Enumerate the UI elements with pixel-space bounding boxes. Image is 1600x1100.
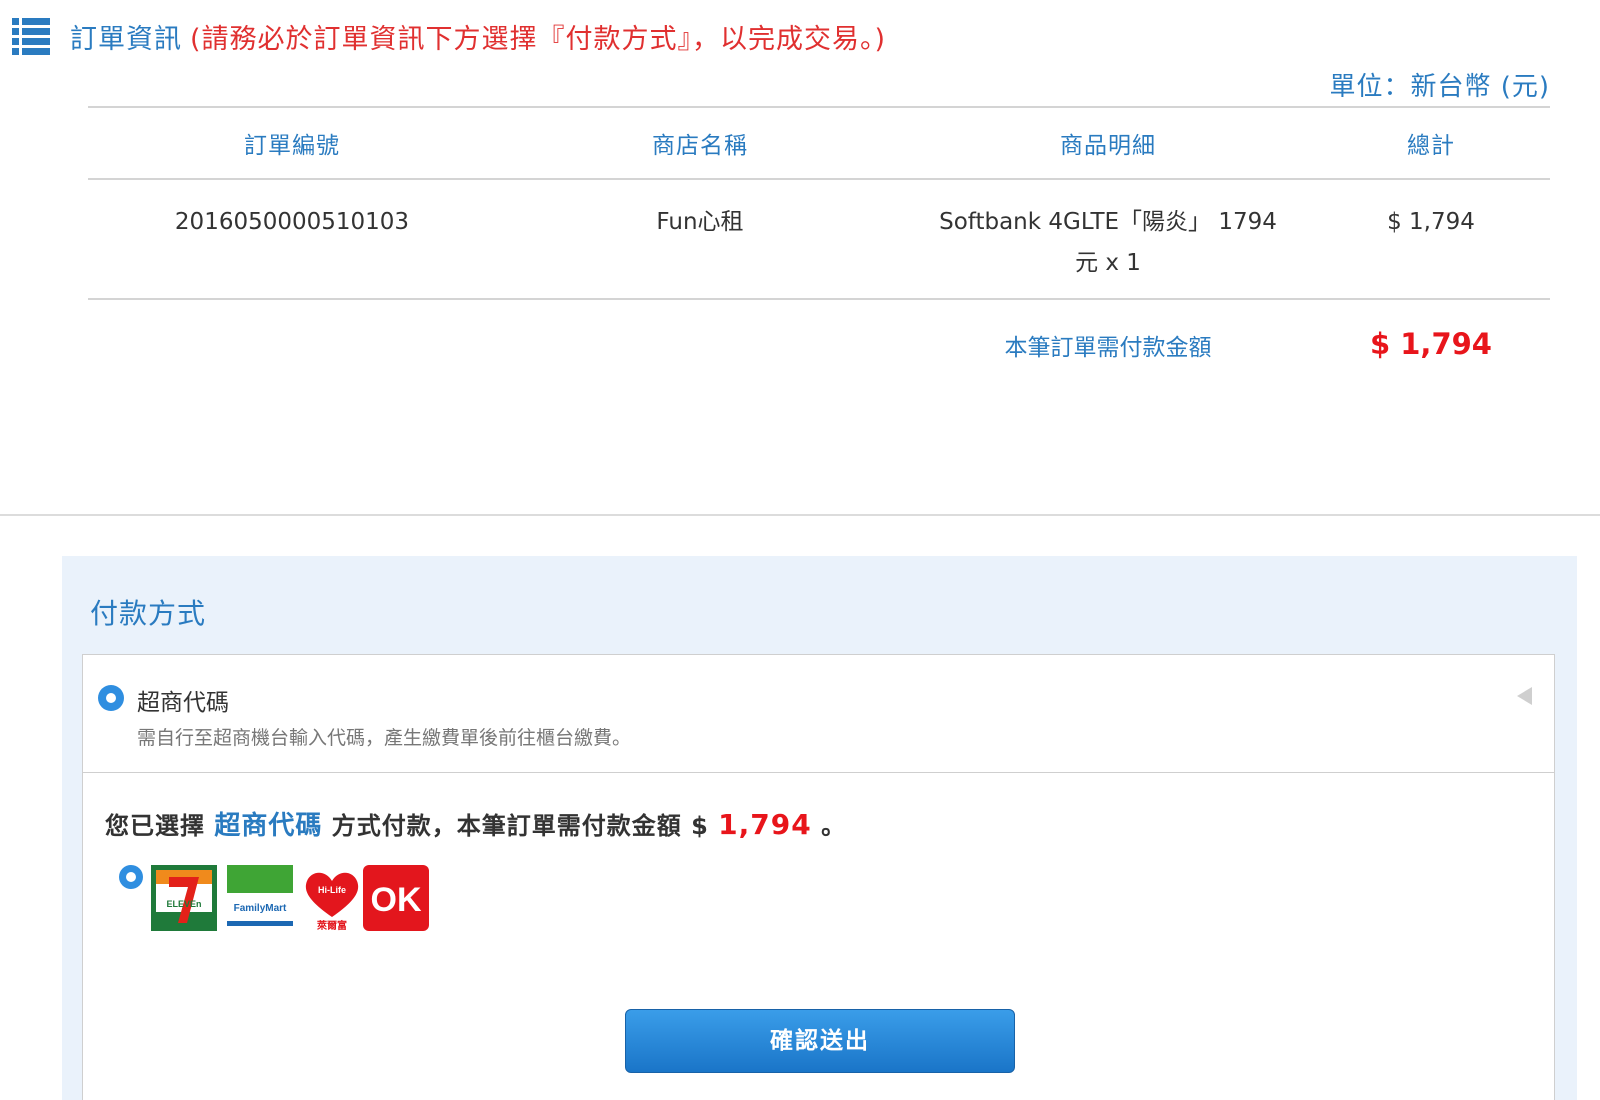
selected-middle: 方式付款，本筆訂單需付款金額 $ (331, 812, 709, 840)
order-summary-row: 本筆訂單需付款金額 $ 1,794 (88, 300, 1550, 380)
column-header-store: 商店名稱 (652, 133, 748, 159)
summary-label: 本筆訂單需付款金額 (1004, 335, 1212, 361)
7-eleven-logo: ELEVEn (151, 865, 217, 931)
payment-option-convenience-store-code[interactable]: 超商代碼 需自行至超商機台輸入代碼，產生繳費單後前往櫃台繳費。 (83, 655, 1554, 773)
payment-method-box: 超商代碼 需自行至超商機台輸入代碼，產生繳費單後前往櫃台繳費。 您已選擇 超商代… (82, 654, 1555, 1100)
hilife-logo: Hi-Life 萊爾富 (299, 865, 365, 931)
order-table: 訂單編號 商店名稱 商品明細 總計 2016050000510103 Fun心租… (88, 106, 1550, 380)
hilife-logo-text: Hi-Life (318, 885, 346, 895)
table-row: 2016050000510103 Fun心租 Softbank 4GLTE「陽炎… (88, 180, 1550, 298)
section-divider (0, 514, 1600, 516)
column-header-total: 總計 (1407, 133, 1455, 159)
hilife-logo-cn-text: 萊爾富 (316, 919, 347, 931)
method-radio-selected[interactable] (98, 685, 124, 711)
confirm-submit-button[interactable]: 確認送出 (625, 1009, 1015, 1073)
familymart-logo: FamilyMart (227, 865, 293, 931)
order-page: 訂單資訊 (請務必於訂單資訊下方選擇『付款方式』，以完成交易。) 單位：新台幣 … (0, 0, 1600, 1100)
selected-method-name: 超商代碼 (214, 811, 323, 841)
payment-panel: 付款方式 超商代碼 需自行至超商機台輸入代碼，產生繳費單後前往櫃台繳費。 您已選… (62, 556, 1577, 1100)
method-description: 需自行至超商機台輸入代碼，產生繳費單後前往櫃台繳費。 (137, 727, 632, 749)
ok-logo-text: OK (371, 881, 422, 919)
summary-amount: $ 1,794 (1369, 327, 1492, 361)
selected-suffix: 。 (821, 812, 847, 840)
store-radio-selected[interactable] (119, 865, 143, 889)
7-eleven-logo-text: ELEVEn (166, 899, 201, 909)
table-header-row: 訂單編號 商店名稱 商品明細 總計 (88, 108, 1550, 178)
row-total-cell: $ 1,794 (1387, 209, 1475, 235)
store-name-cell: Fun心租 (656, 209, 744, 235)
product-detail-cell: Softbank 4GLTE「陽炎」 1794 元 x 1 (939, 209, 1277, 276)
column-header-detail: 商品明細 (1060, 133, 1156, 159)
familymart-logo-text: FamilyMart (234, 903, 287, 914)
selected-method-summary: 您已選擇 超商代碼 方式付款，本筆訂單需付款金額 $ 1,794 。 (105, 805, 846, 842)
list-icon (12, 18, 50, 55)
ok-mart-logo: OK (363, 865, 429, 931)
selected-prefix: 您已選擇 (105, 812, 205, 840)
convenience-store-option[interactable]: ELEVEn FamilyMart Hi-Life 萊爾富 OK (119, 865, 439, 935)
selected-amount: 1,794 (718, 808, 812, 841)
method-name: 超商代碼 (137, 690, 229, 716)
order-number-cell: 2016050000510103 (174, 209, 410, 235)
column-header-order-no: 訂單編號 (244, 133, 340, 159)
currency-unit-label: 單位：新台幣 (元) (1329, 72, 1550, 102)
payment-notice: (請務必於訂單資訊下方選擇『付款方式』，以完成交易。) (190, 23, 887, 55)
order-info-header: 訂單資訊 (請務必於訂單資訊下方選擇『付款方式』，以完成交易。) (12, 14, 886, 58)
payment-title: 付款方式 (90, 597, 207, 630)
page-title: 訂單資訊 (70, 23, 182, 55)
collapse-arrow-icon[interactable] (1517, 687, 1532, 705)
